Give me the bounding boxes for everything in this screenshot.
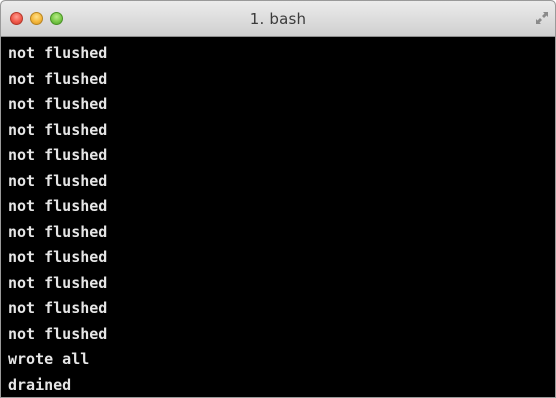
title-bar[interactable]: 1. bash (1, 1, 555, 37)
terminal-output[interactable]: not flushed not flushed not flushed not … (1, 37, 555, 397)
terminal-line: not flushed (8, 146, 108, 164)
terminal-line: not flushed (8, 273, 108, 292)
terminal-line: drained (8, 375, 72, 394)
terminal-line: not flushed (8, 248, 108, 266)
terminal-line: not flushed (8, 44, 108, 62)
terminal-line: not flushed (8, 299, 108, 317)
terminal-line: not flushed (8, 222, 108, 241)
terminal-line: not flushed (8, 197, 108, 215)
terminal-line: not flushed (8, 171, 108, 190)
terminal-line: not flushed (8, 324, 108, 343)
terminal-line: wrote all (8, 350, 90, 368)
terminal-line: not flushed (8, 95, 108, 113)
fullscreen-icon[interactable] (535, 11, 549, 25)
terminal-line: not flushed (8, 69, 108, 88)
window-title: 1. bash (249, 10, 307, 28)
terminal-line: not flushed (8, 120, 108, 139)
terminal-window: 1. bash not flushed not flushed not flus… (0, 0, 556, 398)
